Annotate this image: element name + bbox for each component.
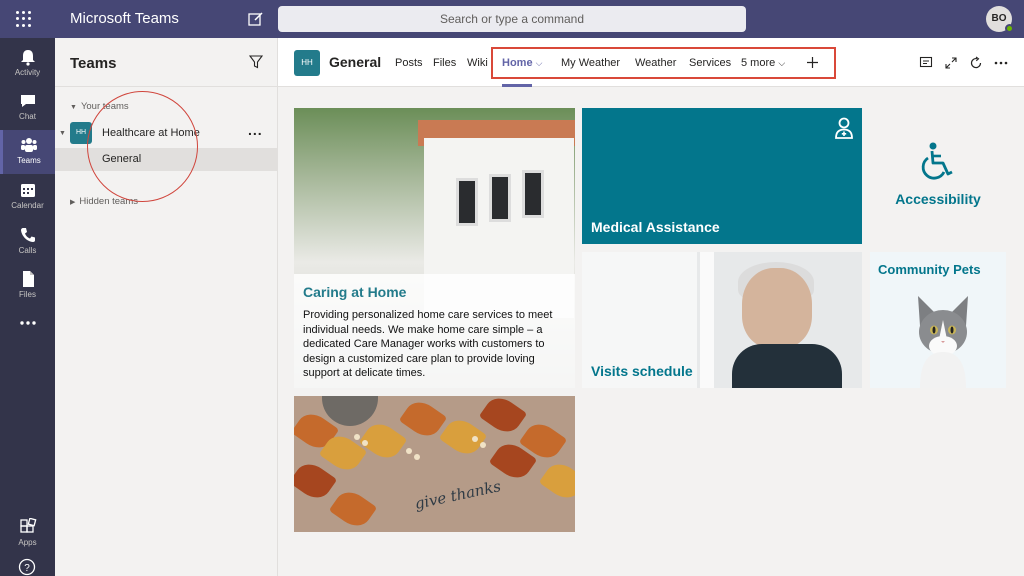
berry xyxy=(354,434,360,440)
appbar-files[interactable]: Files xyxy=(0,264,55,308)
cat-image xyxy=(918,296,968,388)
appbar-label: Activity xyxy=(14,68,41,77)
more-icon xyxy=(19,321,36,325)
pets-title: Community Pets xyxy=(878,262,981,277)
appbar-label: Apps xyxy=(18,538,37,547)
refresh-icon[interactable] xyxy=(969,56,983,70)
appbar-more[interactable] xyxy=(0,308,55,352)
annotation-circle xyxy=(87,91,198,202)
appbar-label: Calendar xyxy=(11,201,44,210)
leaf xyxy=(294,457,338,505)
title-bar: Microsoft Teams Search or type a command… xyxy=(0,0,1024,38)
house-window xyxy=(456,178,478,226)
calendar-icon xyxy=(20,184,35,197)
give-thanks-tile[interactable]: give thanks xyxy=(294,396,575,532)
appbar-calls[interactable]: Calls xyxy=(0,220,55,264)
appbar-label: Teams xyxy=(17,156,41,165)
compose-icon[interactable] xyxy=(247,10,265,28)
divider xyxy=(55,86,278,87)
house-window xyxy=(522,170,544,218)
filter-icon[interactable] xyxy=(249,55,263,69)
team-more-options-icon[interactable]: ... xyxy=(248,122,263,138)
file-icon xyxy=(22,271,34,287)
app-launcher-icon[interactable] xyxy=(14,9,34,29)
leaf xyxy=(328,485,378,532)
svg-text:?: ? xyxy=(24,563,30,574)
appbar-apps[interactable]: Apps xyxy=(0,512,55,556)
accessibility-title: Accessibility xyxy=(895,191,981,207)
wheelchair-icon xyxy=(921,142,953,180)
expand-icon[interactable] xyxy=(944,56,958,70)
berry xyxy=(406,448,412,454)
leaf xyxy=(478,396,528,439)
more-options-icon[interactable] xyxy=(994,56,1008,70)
visits-title: Visits schedule xyxy=(591,363,693,379)
caring-title: Caring at Home xyxy=(303,284,407,300)
visits-schedule-tile[interactable]: Visits schedule xyxy=(582,252,862,388)
caring-description: Providing personalized home care service… xyxy=(303,309,553,379)
appbar-label: Files xyxy=(19,290,36,299)
appbar-label: Chat xyxy=(19,112,36,121)
give-thanks-text: give thanks xyxy=(413,477,503,513)
channel-title: General xyxy=(329,54,382,70)
berry xyxy=(480,442,486,448)
appbar-calendar[interactable]: Calendar xyxy=(0,175,55,219)
chevron-down-icon: ▼ xyxy=(70,104,77,111)
teams-icon xyxy=(21,138,37,152)
accessibility-tile[interactable]: Accessibility xyxy=(870,108,1006,244)
tab-wiki[interactable]: Wiki xyxy=(467,57,488,69)
tab-posts[interactable]: Posts xyxy=(395,57,423,69)
leaf xyxy=(438,413,488,461)
person-face xyxy=(742,268,812,348)
berry xyxy=(414,454,420,460)
active-tab-indicator xyxy=(502,84,532,87)
bell-icon xyxy=(20,50,35,66)
channel-team-avatar: HH xyxy=(294,50,320,76)
appbar-activity[interactable]: Activity xyxy=(0,42,55,86)
medical-assistance-tile[interactable]: Medical Assistance xyxy=(582,108,862,244)
person-body xyxy=(732,344,842,388)
leaf xyxy=(538,457,575,505)
chevron-right-icon: ▶ xyxy=(70,199,76,206)
appbar-teams[interactable]: Teams xyxy=(0,130,55,174)
house-window xyxy=(489,174,511,222)
appbar-label: Calls xyxy=(18,246,37,255)
search-input[interactable]: Search or type a command xyxy=(278,6,746,32)
conversation-icon[interactable] xyxy=(919,56,933,70)
chat-icon xyxy=(20,95,35,107)
apps-icon xyxy=(19,518,36,533)
caring-at-home-tile[interactable]: Caring at Home Providing personalized ho… xyxy=(294,108,575,388)
annotation-rectangle xyxy=(491,47,836,79)
phone-icon xyxy=(20,228,35,242)
appbar-chat[interactable]: Chat xyxy=(0,86,55,130)
app-title: Microsoft Teams xyxy=(70,10,179,27)
tab-files[interactable]: Files xyxy=(433,57,456,69)
berry xyxy=(472,436,478,442)
doctor-icon xyxy=(835,117,853,139)
window-frame xyxy=(700,252,714,388)
app-bar: Activity Chat Teams Calendar Calls Files… xyxy=(0,38,55,576)
medical-title: Medical Assistance xyxy=(591,219,720,235)
community-pets-tile[interactable]: Community Pets xyxy=(870,252,1006,388)
presence-status-icon xyxy=(1005,24,1014,33)
chevron-down-icon: ▼ xyxy=(59,130,66,137)
teams-header: Teams xyxy=(70,55,117,72)
candle-image xyxy=(322,396,378,426)
berry xyxy=(362,440,368,446)
help-icon[interactable]: ? xyxy=(18,558,36,576)
channel-header: HH General Posts Files Wiki Home ⌵ My We… xyxy=(278,38,1024,87)
